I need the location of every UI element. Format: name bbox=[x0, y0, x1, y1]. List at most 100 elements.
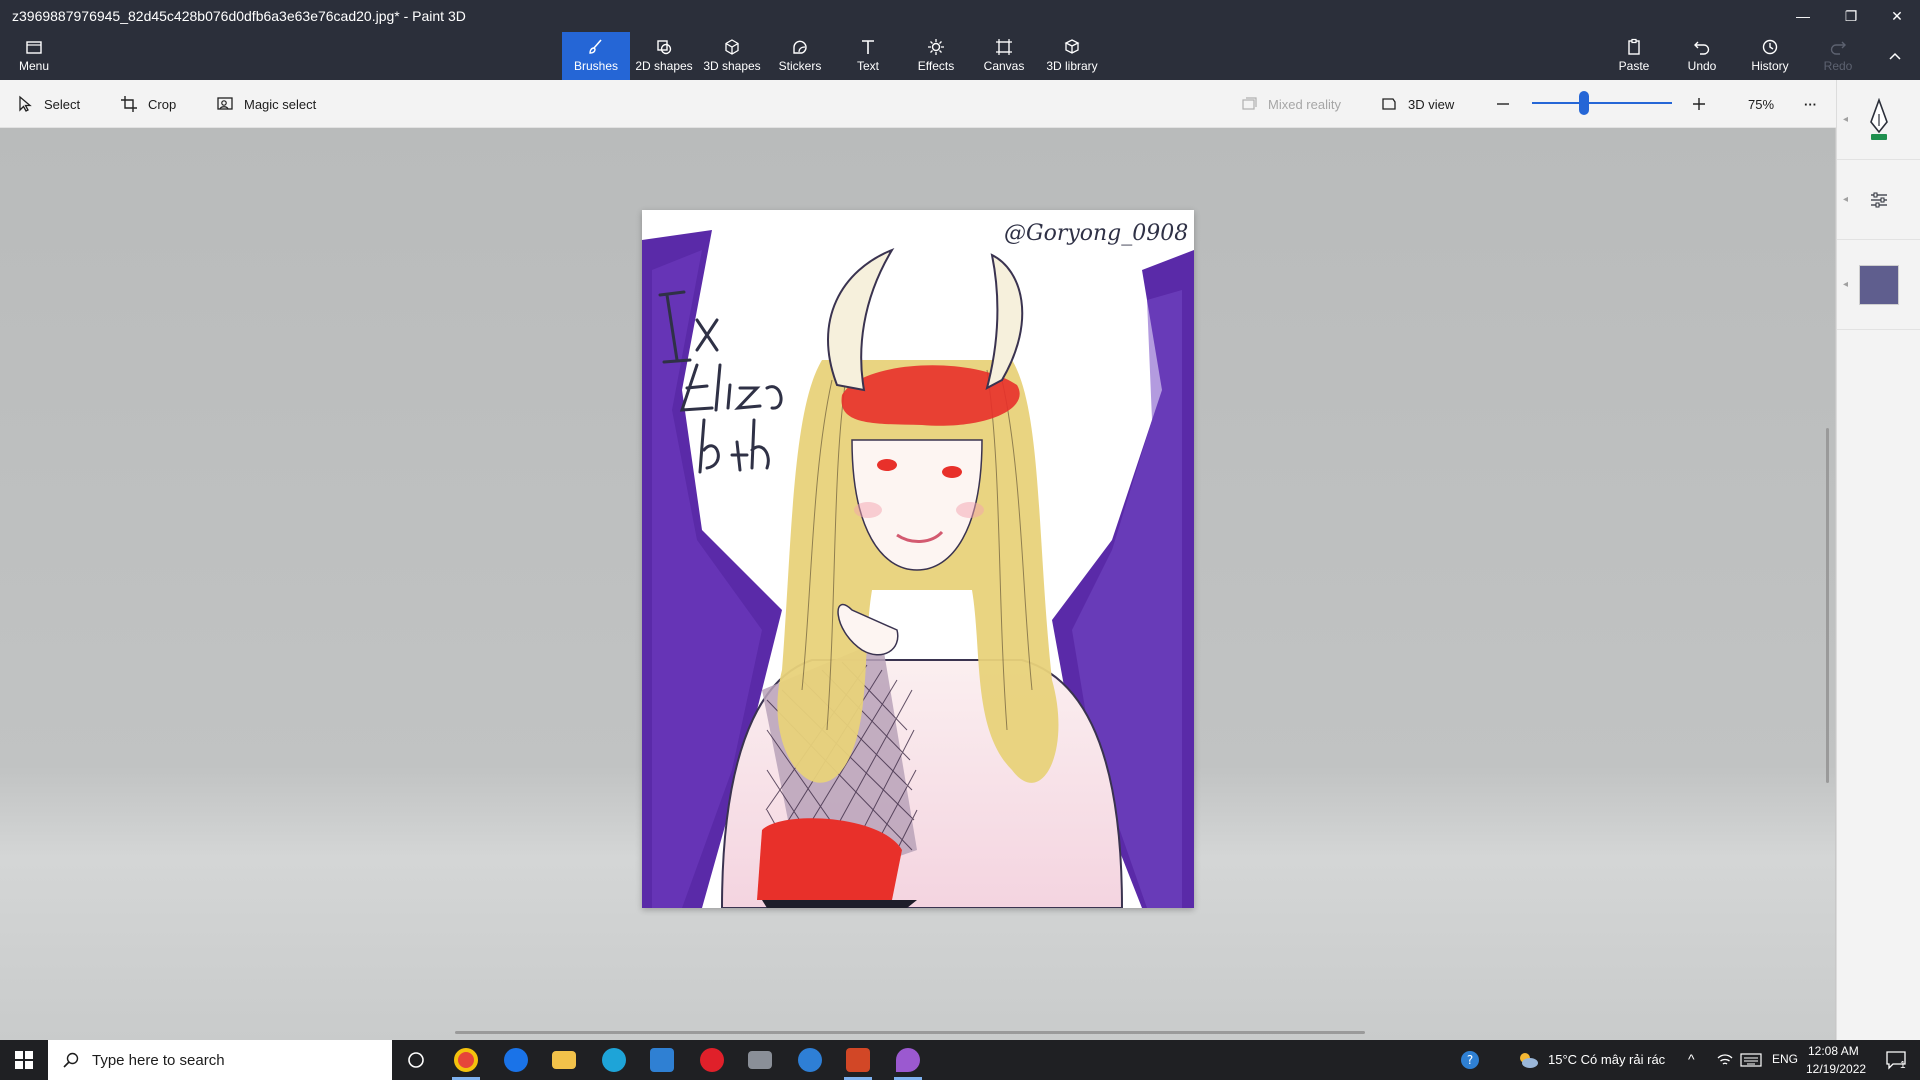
side-panel-settings-item[interactable]: ◂ bbox=[1837, 160, 1920, 240]
tab-label: Canvas bbox=[983, 59, 1025, 73]
wifi-icon[interactable] bbox=[1716, 1052, 1734, 1068]
horizontal-scrollbar[interactable] bbox=[455, 1031, 1365, 1034]
weather-text[interactable]: 15°C Có mây rải rác bbox=[1548, 1052, 1665, 1067]
tab-label: Text bbox=[856, 59, 879, 73]
text-icon bbox=[862, 40, 874, 54]
tab-3d-shapes[interactable]: 3D shapes bbox=[698, 32, 766, 80]
language-indicator[interactable]: ENG bbox=[1772, 1052, 1798, 1066]
help-icon: ? bbox=[1461, 1051, 1479, 1069]
maximize-button[interactable]: ❐ bbox=[1828, 4, 1874, 28]
windows-logo-icon bbox=[15, 1051, 33, 1069]
camera-icon bbox=[748, 1051, 772, 1069]
redo-label: Redo bbox=[1823, 59, 1853, 73]
magic-select-tool[interactable]: Magic select bbox=[216, 92, 316, 116]
tray-help-button[interactable]: ? bbox=[1446, 1040, 1494, 1080]
crop-tool[interactable]: Crop bbox=[120, 92, 176, 116]
taskbar-app-opera[interactable] bbox=[688, 1040, 736, 1080]
side-panel-color-item[interactable]: ◂ bbox=[1837, 240, 1920, 330]
paste-icon bbox=[1628, 38, 1640, 55]
settings-sliders-icon bbox=[1871, 192, 1887, 207]
history-button[interactable]: History bbox=[1736, 32, 1804, 80]
artwork-drawing: @Goryong_0908 bbox=[642, 210, 1194, 908]
taskbar-app-edge[interactable] bbox=[590, 1040, 638, 1080]
task-view-button[interactable] bbox=[392, 1040, 440, 1080]
weather-icon-button[interactable] bbox=[1504, 1040, 1552, 1080]
side-panel-brush-item[interactable]: ◂ bbox=[1837, 80, 1920, 160]
tab-label: Effects bbox=[917, 59, 955, 73]
magic-select-icon bbox=[217, 97, 233, 110]
mixed-reality-icon bbox=[1242, 97, 1257, 110]
menu-label: Menu bbox=[18, 59, 50, 73]
tab-label: Brushes bbox=[573, 59, 619, 73]
taskbar-search-box[interactable]: Type here to search bbox=[48, 1040, 392, 1080]
edge-icon bbox=[602, 1048, 626, 1072]
zoom-slider-thumb[interactable] bbox=[1578, 91, 1589, 115]
notification-center-button[interactable]: 1 bbox=[1872, 1040, 1920, 1080]
undo-icon bbox=[1694, 41, 1710, 55]
tab-stickers[interactable]: Stickers bbox=[766, 32, 834, 80]
tab-effects[interactable]: Effects bbox=[902, 32, 970, 80]
select-tool[interactable]: Select bbox=[16, 92, 80, 116]
canvas-icon bbox=[996, 39, 1012, 55]
plus-icon bbox=[1693, 98, 1705, 110]
taskbar-app-internet-explorer[interactable] bbox=[786, 1040, 834, 1080]
close-button[interactable]: ✕ bbox=[1874, 4, 1920, 28]
taskbar-app-chrome[interactable] bbox=[442, 1040, 490, 1080]
paste-label: Paste bbox=[1618, 59, 1650, 73]
undo-button[interactable]: Undo bbox=[1668, 32, 1736, 80]
paste-button[interactable]: Paste bbox=[1600, 32, 1668, 80]
tab-brushes[interactable]: Brushes bbox=[562, 32, 630, 80]
opera-icon bbox=[700, 1048, 724, 1072]
drawing-canvas[interactable]: @Goryong_0908 bbox=[642, 210, 1194, 908]
paint-3d-icon bbox=[896, 1048, 920, 1072]
zoom-out-button[interactable] bbox=[1494, 92, 1512, 116]
redo-icon bbox=[1830, 41, 1846, 55]
mixed-reality-button[interactable]: Mixed reality bbox=[1240, 92, 1341, 116]
redo-button[interactable]: Redo bbox=[1804, 32, 1872, 80]
zoom-in-button[interactable] bbox=[1690, 92, 1708, 116]
3d-shapes-icon bbox=[725, 39, 739, 55]
undo-label: Undo bbox=[1687, 59, 1717, 73]
3d-view-toggle[interactable]: 3D view bbox=[1380, 92, 1454, 116]
tab-label: Stickers bbox=[778, 59, 822, 73]
menu-button[interactable]: Menu bbox=[0, 32, 68, 80]
zoom-slider-track[interactable] bbox=[1532, 102, 1672, 104]
tab-label: 2D shapes bbox=[635, 59, 693, 73]
chevron-up-icon bbox=[1889, 52, 1901, 60]
menu-folder-icon bbox=[26, 41, 42, 54]
3d-view-icon bbox=[1382, 98, 1396, 110]
more-options-button[interactable]: ··· bbox=[1804, 92, 1817, 116]
keyboard-icon[interactable] bbox=[1740, 1052, 1762, 1068]
taskbar-app-photos[interactable] bbox=[638, 1040, 686, 1080]
vertical-scrollbar[interactable] bbox=[1826, 428, 1829, 783]
taskbar-app-camera[interactable] bbox=[736, 1040, 784, 1080]
select-label: Select bbox=[44, 96, 81, 112]
zalo-icon bbox=[504, 1048, 528, 1072]
clock-time[interactable]: 12:08 AM bbox=[1808, 1044, 1859, 1058]
tab-label: 3D shapes bbox=[703, 59, 761, 73]
tab-canvas[interactable]: Canvas bbox=[970, 32, 1038, 80]
cortana-circle-icon bbox=[408, 1052, 424, 1068]
show-hidden-icons-chevron-icon[interactable]: ^ bbox=[1688, 1051, 1695, 1067]
tab-text[interactable]: Text bbox=[834, 32, 902, 80]
chrome-icon bbox=[454, 1048, 478, 1072]
collapse-ribbon-button[interactable] bbox=[1872, 44, 1918, 68]
minimize-button[interactable]: — bbox=[1780, 4, 1826, 28]
start-button[interactable] bbox=[0, 1040, 48, 1080]
tab-2d-shapes[interactable]: 2D shapes bbox=[630, 32, 698, 80]
chevron-left-icon: ◂ bbox=[1843, 114, 1849, 125]
cloudy-weather-icon bbox=[1520, 1053, 1538, 1068]
taskbar-app-zalo[interactable] bbox=[492, 1040, 540, 1080]
effects-icon bbox=[928, 39, 944, 55]
window-title: z3969887976945_82d45c428b076d0dfb6a3e63e… bbox=[12, 8, 466, 24]
clock-date[interactable]: 12/19/2022 bbox=[1806, 1062, 1866, 1076]
taskbar-app-paint-3d[interactable] bbox=[884, 1040, 932, 1080]
taskbar-app-file-explorer[interactable] bbox=[540, 1040, 588, 1080]
color-swatch-icon[interactable] bbox=[1859, 264, 1899, 305]
svg-text:@Goryong_0908: @Goryong_0908 bbox=[1004, 221, 1188, 246]
tab-3d-library[interactable]: 3D library bbox=[1038, 32, 1106, 80]
zoom-percent[interactable]: 75% bbox=[1748, 92, 1774, 116]
chevron-left-icon: ◂ bbox=[1843, 279, 1849, 290]
powerpoint-icon bbox=[846, 1048, 870, 1072]
taskbar-app-powerpoint[interactable] bbox=[834, 1040, 882, 1080]
